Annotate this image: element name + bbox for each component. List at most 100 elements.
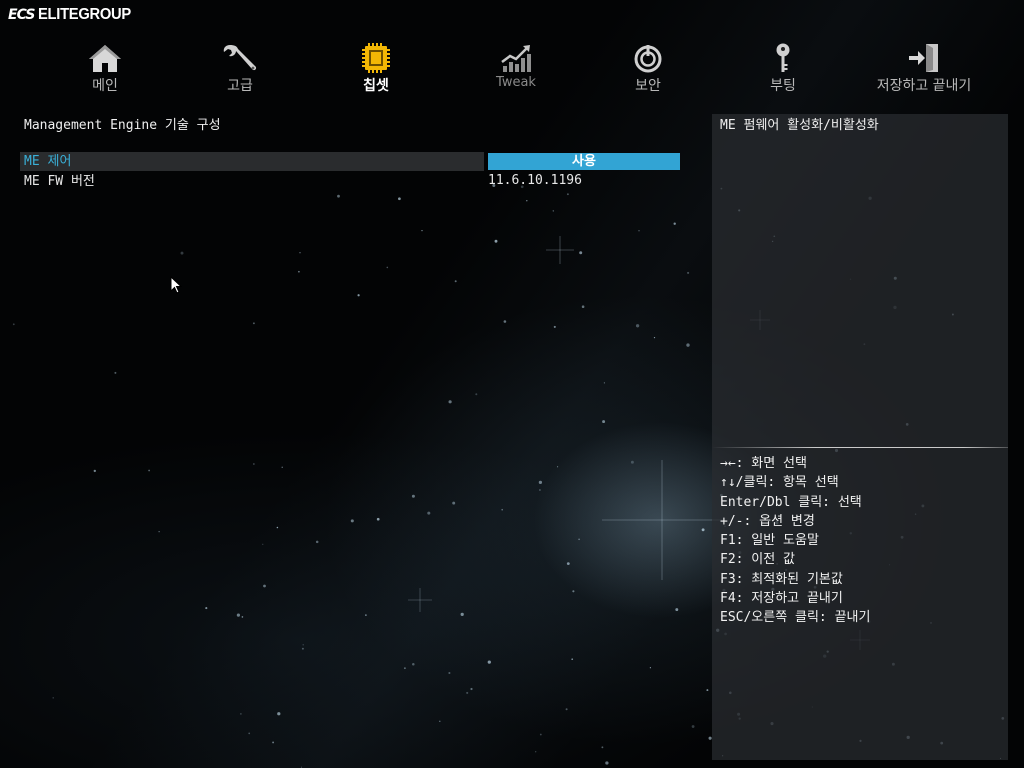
top-nav: 메인 고급 칩셋 Tweak 보안 부팅 저장하고 끝내기 <box>40 42 990 98</box>
star <box>630 460 634 464</box>
setting-row-me-control[interactable]: ME 제어 사용 <box>20 152 680 171</box>
star <box>553 325 556 328</box>
key-hint: F1: 일반 도움말 <box>720 533 819 549</box>
star <box>252 322 255 325</box>
tab-main-label: 메인 <box>92 78 118 94</box>
star <box>398 197 401 201</box>
star <box>281 466 283 468</box>
star <box>475 393 478 396</box>
tab-advanced-label: 고급 <box>227 78 253 94</box>
star <box>337 194 340 198</box>
star <box>581 305 585 308</box>
wrench-icon <box>223 45 257 71</box>
star <box>52 697 54 699</box>
star <box>299 251 301 254</box>
tab-save-exit-label: 저장하고 끝내기 <box>876 78 972 94</box>
key-hint: F3: 최적화된 기본값 <box>720 571 843 587</box>
star <box>93 469 96 473</box>
tab-save-exit[interactable]: 저장하고 끝내기 <box>869 42 979 98</box>
star <box>263 584 266 588</box>
star <box>635 324 640 328</box>
tab-security[interactable]: 보안 <box>593 42 703 98</box>
home-icon <box>89 45 121 72</box>
star <box>552 210 554 212</box>
tab-chipset-label: 칩셋 <box>363 78 389 94</box>
star <box>539 733 542 736</box>
tab-tweak-label: Tweak <box>496 75 536 90</box>
star <box>365 614 367 616</box>
star <box>487 660 491 664</box>
star <box>605 761 609 765</box>
star <box>448 400 452 404</box>
tab-boot[interactable]: 부팅 <box>728 42 838 98</box>
tab-tweak[interactable]: Tweak <box>461 42 571 98</box>
star <box>673 222 676 225</box>
setting-label: ME FW 버전 <box>24 174 95 189</box>
star <box>276 526 279 529</box>
star <box>241 616 244 618</box>
star <box>253 463 255 465</box>
star <box>535 751 537 753</box>
star <box>376 517 380 521</box>
star <box>452 501 456 505</box>
page-title: Management Engine 기술 구성 <box>24 118 221 133</box>
star <box>205 607 208 610</box>
chip-icon <box>362 43 390 73</box>
star <box>298 270 300 273</box>
star <box>579 251 583 255</box>
logo-mark: ECS <box>8 7 35 23</box>
logo-text: ELITEGROUP <box>38 6 132 23</box>
star <box>538 489 541 491</box>
star <box>386 266 389 269</box>
star <box>565 708 568 711</box>
tab-main[interactable]: 메인 <box>50 42 160 98</box>
help-description: ME 펌웨어 활성화/비활성화 <box>720 118 879 133</box>
key-icon <box>776 43 790 72</box>
star <box>466 691 469 694</box>
key-legend: →←: 화면 선택 ↑↓/클릭: 항목 선택 Enter/Dbl 클릭: 선택 … <box>720 454 870 628</box>
help-panel: ME 펌웨어 활성화/비활성화 →←: 화면 선택 ↑↓/클릭: 항목 선택 E… <box>712 114 1008 760</box>
power-lock-icon <box>634 45 662 73</box>
star <box>638 230 640 232</box>
star <box>403 667 406 670</box>
key-hint: ↑↓/클릭: 항목 선택 <box>720 475 839 491</box>
star <box>114 371 117 374</box>
star <box>653 337 656 339</box>
star <box>240 713 242 715</box>
tab-advanced[interactable]: 고급 <box>185 42 295 98</box>
star <box>427 511 431 515</box>
help-divider <box>712 447 1008 448</box>
star <box>578 538 580 541</box>
star <box>236 613 240 617</box>
star <box>571 658 574 661</box>
star <box>675 608 679 612</box>
star <box>706 689 709 692</box>
key-hint: +/-: 옵션 변경 <box>720 513 815 529</box>
me-control-value[interactable]: 사용 <box>488 153 680 170</box>
star <box>302 644 304 646</box>
tab-chipset[interactable]: 칩셋 <box>321 42 431 98</box>
star <box>439 720 441 723</box>
chart-icon <box>501 45 531 72</box>
star <box>602 420 606 424</box>
star <box>357 294 360 297</box>
star <box>572 590 575 593</box>
star <box>470 687 473 691</box>
mouse-cursor-icon <box>170 276 182 294</box>
star <box>601 746 604 749</box>
star <box>460 612 464 617</box>
star <box>262 543 264 545</box>
star <box>649 667 651 669</box>
star <box>566 562 570 565</box>
tab-boot-label: 부팅 <box>770 78 796 94</box>
star <box>501 508 503 511</box>
setting-row-me-fw-version: ME FW 버전 11.6.10.1196 <box>20 172 680 191</box>
key-hint: →←: 화면 선택 <box>720 456 807 471</box>
star <box>315 540 319 544</box>
tab-security-label: 보안 <box>635 78 661 94</box>
star <box>503 320 507 323</box>
key-hint: Enter/Dbl 클릭: 선택 <box>720 494 862 510</box>
setting-label: ME 제어 <box>20 152 484 171</box>
star <box>454 280 457 283</box>
star <box>686 343 690 347</box>
